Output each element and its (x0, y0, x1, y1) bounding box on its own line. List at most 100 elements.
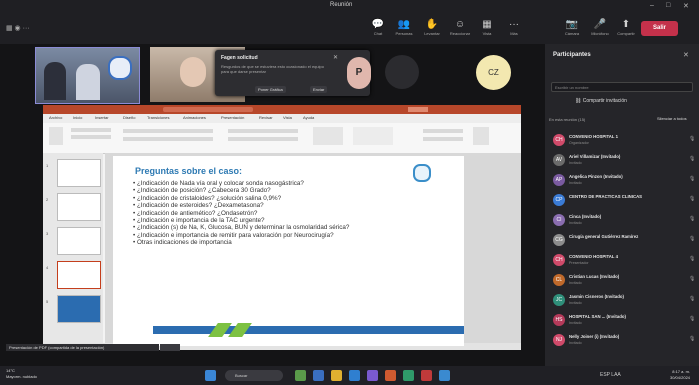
clock-date: 30/04/2024 (670, 375, 691, 380)
participant-row[interactable]: NJ Nelly Joiner (i) (Invitado) Invitado … (545, 332, 699, 349)
microphone-icon: 🎙 (689, 216, 696, 222)
chat-icon: 💬 (371, 19, 385, 30)
avatar: AP (553, 174, 565, 186)
participant-role: Invitado (569, 161, 582, 165)
paste-icon[interactable] (49, 127, 63, 145)
notification-action-1[interactable]: Poner Gráfica (255, 86, 286, 93)
close-icon[interactable]: ✕ (333, 54, 338, 61)
participant-row[interactable]: CI Cinca (Invitado) Invitado 🎙 (545, 212, 699, 229)
taskbar-app-icon[interactable] (313, 370, 324, 381)
system-tray[interactable]: ESP LAA (600, 372, 621, 378)
taskbar-app-icon[interactable] (421, 370, 432, 381)
browser-icon[interactable] (349, 370, 360, 381)
shapes-gallery[interactable] (313, 127, 343, 145)
microphone-icon: 🎙 (689, 336, 696, 342)
react-button[interactable]: ☺ Reaccionar (448, 19, 472, 45)
maximize-button[interactable]: □ (666, 2, 670, 9)
microphone-icon: 🎙 (689, 256, 696, 262)
participant-row[interactable]: CG Cirugía general Gutiérrez Ramírez 🎙 (545, 232, 699, 249)
close-icon[interactable]: ✕ (683, 51, 689, 59)
avatar: CH (553, 134, 565, 146)
slide-thumbnail[interactable] (57, 159, 101, 187)
ppt-tab-animations[interactable]: Animaciones (183, 115, 206, 120)
clock[interactable]: 8:17 a. m. 30/04/2024 (670, 369, 690, 381)
folder-icon[interactable] (331, 370, 342, 381)
microphone-icon: 🎙 (689, 296, 696, 302)
section-header[interactable]: En esta reunión (15) (549, 117, 585, 122)
view-button[interactable]: ▦ Vista (475, 19, 499, 45)
ppt-tab-review[interactable]: Revisar (259, 115, 273, 120)
raise-hand-button[interactable]: ✋ Levantar (420, 19, 444, 45)
microphone-icon: 🎙 (689, 276, 696, 282)
participant-row[interactable]: AP Angelica Pinzon (Invitado) Invitado 🎙 (545, 172, 699, 189)
taskbar-search[interactable]: Buscar (225, 370, 283, 381)
notification-body: Resgurdos de que se estuviera esto ocasi… (221, 64, 324, 74)
participants-panel: Participantes ✕ Escribir un nombre ⛓ Com… (545, 44, 699, 366)
ppt-title-button[interactable] (408, 107, 428, 112)
styles-gallery[interactable] (353, 127, 393, 145)
teams-icon[interactable] (367, 370, 378, 381)
ppt-tab-home[interactable]: Inicio (73, 115, 82, 120)
participant-name: HOSPITAL SAN ... (Invitado) (569, 314, 626, 319)
avatar-cz[interactable]: CZ (476, 55, 511, 90)
slide-thumbnail[interactable] (57, 295, 101, 323)
participant-role: Invitado (569, 301, 582, 305)
participant-role: Invitado (569, 321, 582, 325)
avatar-p[interactable]: P (347, 57, 371, 89)
mic-button[interactable]: 🎤 Micrófono (588, 19, 612, 45)
people-button[interactable]: 👥 Personas (392, 19, 416, 45)
powerpoint-icon[interactable] (385, 370, 396, 381)
ppt-tab-transitions[interactable]: Transiciones (147, 115, 170, 120)
ppt-tab-design[interactable]: Diseño (123, 115, 135, 120)
slide-bullet-list: • ¿Indicación de Nada vía oral y colocar… (133, 180, 453, 247)
share-invite-button[interactable]: ⛓ Compartir invitación (575, 98, 627, 104)
bullet-item: • ¿Indicación (s) de Na, K, Glucosa, BUN… (133, 224, 350, 232)
participant-row[interactable]: CH CONVENIO HOSPITAL 1 Organizador 🎙 (545, 132, 699, 149)
participant-row[interactable]: AV Ariel Villamizar (Invitado) Invitado … (545, 152, 699, 169)
participant-name: Ariel Villamizar (Invitado) (569, 154, 621, 159)
slide-title: Preguntas sobre el caso: (135, 166, 243, 176)
more-button[interactable]: ··· Más (502, 19, 526, 45)
participant-row[interactable]: CP CENTRO DE PRACTICAS CLINICAS 🎙 (545, 192, 699, 209)
participant-name: CENTRO DE PRACTICAS CLINICAS (569, 194, 643, 199)
share-control-button[interactable] (160, 344, 180, 351)
camera-button[interactable]: 📷 Cámara (560, 19, 584, 45)
notification-heading: Fagen solicitud (221, 55, 258, 61)
video-tile-room[interactable] (35, 47, 140, 104)
notification-action-2[interactable]: Enviar (310, 86, 328, 93)
participant-role: Organizador (569, 141, 589, 145)
ppt-tab-help[interactable]: Ayuda (303, 115, 314, 120)
participant-row[interactable]: CH CONVENIO HOSPITAL 4 Presentador 🎙 (545, 252, 699, 269)
meeting-info-icon[interactable]: ▦ ◉ ··· (6, 24, 30, 32)
taskbar-app-icon[interactable] (295, 370, 306, 381)
participant-row[interactable]: HS HOSPITAL SAN ... (Invitado) Invitado … (545, 312, 699, 329)
ppt-tab-file[interactable]: Archivo (49, 115, 62, 120)
slide-thumbnail-selected[interactable] (57, 261, 101, 289)
current-slide[interactable]: Preguntas sobre el caso: • ¿Indicación d… (113, 156, 464, 346)
weather-widget[interactable]: 14°C Mayorm. nublado (6, 368, 37, 380)
taskbar-app-icon[interactable] (439, 370, 450, 381)
bullet-item: • ¿Indicación de cristaloides? ¿solución… (133, 194, 282, 202)
participant-row[interactable]: CL Cristian Lucas (Invitado) Invitado 🎙 (545, 272, 699, 289)
minimize-button[interactable]: – (650, 2, 654, 9)
share-button[interactable]: ⬆ Compartir (614, 19, 638, 45)
link-icon: ⛓ (575, 98, 583, 104)
slide-thumbnail[interactable] (57, 193, 101, 221)
chat-button[interactable]: 💬 Chat (366, 19, 390, 45)
slide-thumbnail[interactable] (57, 227, 101, 255)
ppt-tab-slideshow[interactable]: Presentación (221, 115, 244, 120)
smile-icon: ☺ (454, 19, 466, 30)
ppt-tab-view[interactable]: Vista (283, 115, 292, 120)
ppt-tab-insert[interactable]: Insertar (95, 115, 109, 120)
participant-search-input[interactable]: Escribir un nombre (551, 82, 693, 92)
avatar-blank[interactable] (385, 55, 419, 89)
close-button[interactable]: ✕ (683, 2, 689, 10)
taskbar-app-icon[interactable] (403, 370, 414, 381)
microphone-icon: 🎙 (689, 316, 696, 322)
designer-icon[interactable] (473, 127, 489, 145)
ppt-search-box[interactable] (163, 107, 253, 112)
participant-row[interactable]: JC Jasmin Cisneros (Invitado) Invitado 🎙 (545, 292, 699, 309)
mute-all-button[interactable]: Silenciar a todos (657, 116, 687, 121)
leave-button[interactable]: Salir (641, 21, 678, 36)
start-icon[interactable] (205, 370, 216, 381)
